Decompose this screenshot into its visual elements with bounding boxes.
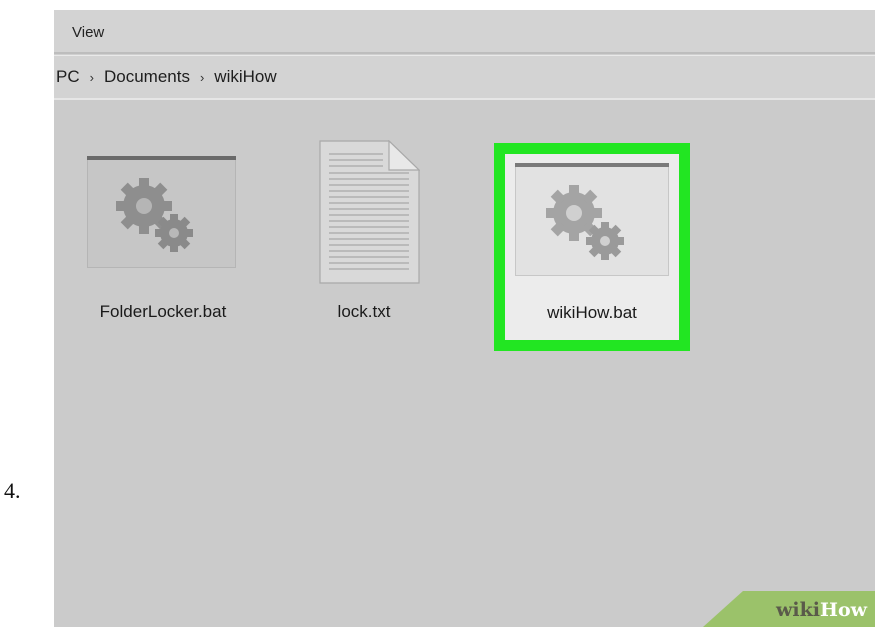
batch-file-gear-icon [87, 156, 236, 268]
breadcrumb-item-documents[interactable]: Documents [104, 67, 190, 87]
menu-bar: View [54, 10, 875, 52]
step-number: 4. [4, 478, 21, 503]
file-name: wikiHow.bat [547, 303, 637, 322]
wikihow-watermark-logo: wikiHow [703, 591, 875, 627]
breadcrumb-item-pc[interactable]: PC [56, 67, 80, 87]
breadcrumb: PC › Documents › wikiHow [54, 56, 875, 98]
file-explorer-window: View PC › Documents › wikiHow FolderLock… [54, 10, 875, 627]
chevron-right-icon[interactable]: › [90, 70, 94, 85]
menu-view[interactable]: View [72, 24, 104, 41]
batch-file-gear-icon [515, 163, 669, 276]
file-item-wikihow-bat-selected[interactable]: wikiHow.bat [494, 143, 690, 351]
breadcrumb-item-wikihow[interactable]: wikiHow [214, 67, 276, 87]
file-item-folderlocker-bat[interactable]: FolderLocker.bat [78, 140, 248, 340]
file-item-lock-txt[interactable]: lock.txt [294, 139, 434, 340]
file-name: lock.txt [337, 302, 391, 321]
file-name: FolderLocker.bat [99, 302, 227, 321]
text-document-icon [319, 139, 421, 284]
divider [54, 52, 875, 54]
chevron-right-icon[interactable]: › [200, 70, 204, 85]
file-list-area: FolderLocker.bat lock.txt wikiHow.bat [54, 100, 875, 627]
